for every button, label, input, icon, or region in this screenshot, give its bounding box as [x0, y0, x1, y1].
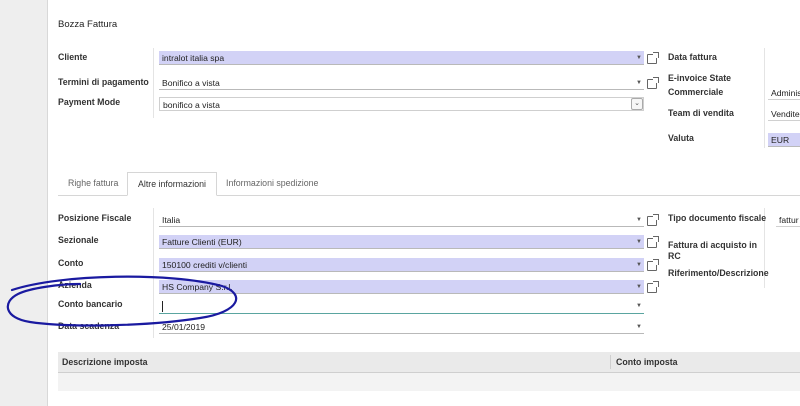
einvoice-label-2: Commerciale: [668, 87, 724, 97]
dropdown-caret-icon[interactable]: ▼: [636, 213, 642, 227]
dropdown-caret-icon[interactable]: ▼: [636, 280, 642, 294]
payment-mode-label: Payment Mode: [58, 97, 121, 107]
posizione-fiscale-field[interactable]: Italia: [159, 213, 644, 227]
riferimento-label: Riferimento/Descrizione: [668, 268, 769, 278]
sezionale-label: Sezionale: [58, 235, 99, 245]
valuta-label: Valuta: [668, 133, 694, 143]
valuta-field[interactable]: EUR: [768, 133, 800, 147]
team-label: Team di vendita: [668, 108, 734, 118]
payment-mode-select[interactable]: bonifico a vista: [159, 97, 644, 111]
external-link-icon[interactable]: [647, 281, 659, 293]
cliente-field[interactable]: intralot italia spa: [159, 51, 644, 65]
external-link-icon[interactable]: [647, 236, 659, 248]
divider: [764, 48, 765, 148]
column-descrizione-imposta[interactable]: Descrizione imposta: [62, 352, 148, 372]
page-title: Bozza Fattura: [58, 19, 118, 30]
fattura-rc-label-2: RC: [668, 251, 681, 261]
einvoice-label-1: E-invoice State: [668, 73, 732, 83]
tax-table-header: Descrizione imposta Conto imposta: [58, 352, 800, 373]
termini-field[interactable]: Bonifico a vista: [159, 76, 644, 90]
table-row: [58, 373, 800, 391]
tipo-documento-label: Tipo documento fiscale: [668, 213, 767, 223]
column-divider: [610, 355, 611, 369]
external-link-icon[interactable]: [647, 52, 659, 64]
tab-righe-fattura[interactable]: Righe fattura: [58, 172, 128, 195]
dropdown-caret-icon[interactable]: ▼: [636, 235, 642, 249]
annotation-circle: [6, 275, 238, 327]
dropdown-caret-icon[interactable]: ▼: [636, 76, 642, 90]
termini-label: Termini di pagamento: [58, 77, 149, 87]
cliente-label: Cliente: [58, 52, 88, 62]
dropdown-caret-icon[interactable]: ▼: [636, 51, 642, 65]
tab-informazioni-spedizione[interactable]: Informazioni spedizione: [216, 172, 328, 195]
external-link-icon[interactable]: [647, 259, 659, 271]
external-link-icon[interactable]: [647, 77, 659, 89]
external-link-icon[interactable]: [647, 214, 659, 226]
posizione-fiscale-label: Posizione Fiscale: [58, 213, 132, 223]
column-conto-imposta[interactable]: Conto imposta: [616, 352, 678, 372]
dropdown-caret-icon[interactable]: ▼: [636, 258, 642, 272]
sezionale-field[interactable]: Fatture Clienti (EUR): [159, 235, 644, 249]
dropdown-caret-icon[interactable]: ▼: [636, 299, 642, 313]
fattura-rc-label-1: Fattura di acquisto in: [668, 240, 757, 250]
dropdown-caret-icon[interactable]: ▼: [636, 320, 642, 334]
divider: [153, 48, 154, 118]
team-field[interactable]: Vendite: [768, 107, 800, 121]
select-arrow-icon[interactable]: ⌄: [631, 98, 643, 110]
einvoice-field[interactable]: Adminis: [768, 86, 800, 100]
tab-altre-informazioni[interactable]: Altre informazioni: [127, 172, 217, 196]
tipo-documento-field[interactable]: fattur: [776, 213, 800, 227]
data-fattura-label: Data fattura: [668, 52, 717, 62]
conto-label: Conto: [58, 258, 84, 268]
